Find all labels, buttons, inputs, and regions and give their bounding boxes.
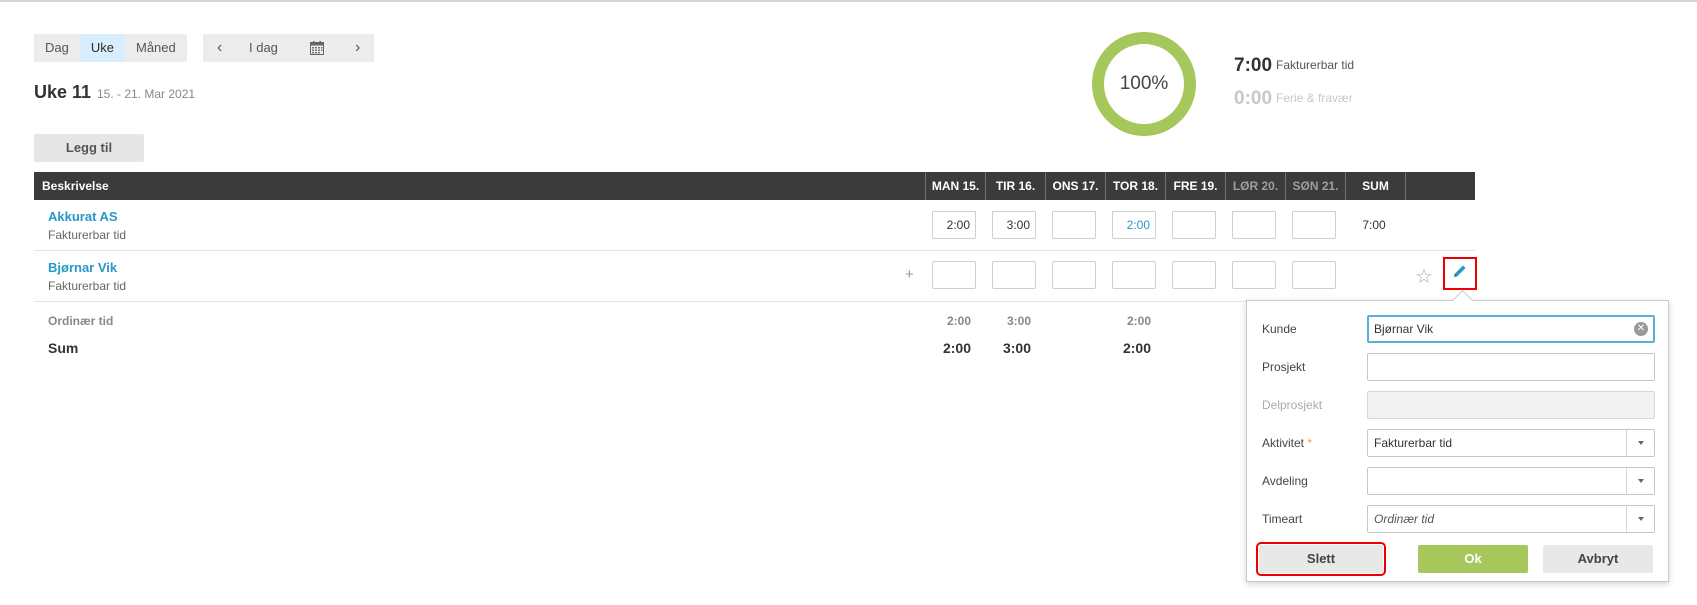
required-mark: * (1307, 436, 1313, 450)
subproject-label: Delprosjekt (1262, 398, 1323, 412)
hours-input-wed[interactable] (1052, 261, 1096, 289)
top-border (0, 0, 1697, 2)
absence-label: Ferie & fravær (1276, 91, 1353, 105)
prev-week-button[interactable]: ‹ (217, 34, 222, 62)
chevron-down-icon[interactable] (1626, 468, 1654, 494)
hour-type-select[interactable]: Ordinær tid (1367, 505, 1655, 533)
today-button[interactable]: I dag (249, 34, 278, 62)
progress-percent: 100% (1119, 73, 1169, 94)
row-divider (34, 250, 1475, 251)
header-day-thu: TOR 18. (1112, 179, 1159, 193)
customer-field[interactable]: Bjørnar Vik ✕ (1367, 315, 1655, 343)
hour-type-value: Ordinær tid (1374, 512, 1435, 526)
header-sum: SUM (1362, 179, 1389, 193)
hours-input-tue[interactable] (992, 261, 1036, 289)
hours-input-sun[interactable] (1292, 261, 1336, 289)
header-divider (1405, 172, 1406, 200)
view-switch: Dag Uke Måned (34, 34, 187, 62)
chevron-down-icon[interactable] (1626, 430, 1654, 456)
ordinary-time-label: Ordinær tid (48, 314, 114, 328)
sum-total-thu: 2:00 (1122, 340, 1151, 356)
hours-input-fri[interactable] (1172, 261, 1216, 289)
hour-type-label: Timeart (1262, 512, 1303, 526)
view-week-button[interactable]: Uke (79, 34, 125, 62)
table-header: Beskrivelse MAN 15. TIR 16. ONS 17. TOR … (34, 172, 1475, 200)
activity-label: Aktivitet * (1262, 436, 1312, 450)
ordinary-total-thu: 2:00 (1126, 314, 1151, 328)
week-range: 15. - 21. Mar 2021 (97, 87, 196, 101)
project-field[interactable] (1367, 353, 1655, 381)
hours-input-mon[interactable] (932, 261, 976, 289)
delete-button[interactable]: Slett (1256, 542, 1386, 576)
cancel-button[interactable]: Avbryt (1543, 545, 1653, 573)
header-day-sat: LØR 20. (1232, 179, 1279, 193)
customer-value: Bjørnar Vik (1374, 322, 1434, 336)
department-label: Avdeling (1262, 474, 1308, 488)
hours-input-sat[interactable] (1232, 211, 1276, 239)
hours-input-thu[interactable] (1112, 261, 1156, 289)
ordinary-total-tue: 3:00 (1006, 314, 1031, 328)
customer-label: Kunde (1262, 322, 1297, 336)
project-label: Prosjekt (1262, 360, 1306, 374)
sum-total-mon: 2:00 (942, 340, 971, 356)
row-customer-name[interactable]: Akkurat AS (48, 209, 118, 224)
hours-input-sat[interactable] (1232, 261, 1276, 289)
ok-button[interactable]: Ok (1418, 545, 1528, 573)
sum-total-tue: 3:00 (1002, 340, 1031, 356)
pencil-icon (1452, 263, 1468, 284)
add-entry-icon[interactable]: + (905, 266, 914, 283)
header-description: Beskrivelse (42, 179, 109, 193)
hours-input-wed[interactable] (1052, 211, 1096, 239)
edit-row-popup: Kunde Bjørnar Vik ✕ Prosjekt Delprosjekt… (1246, 300, 1669, 582)
header-day-wed: ONS 17. (1052, 179, 1099, 193)
favorite-star-icon[interactable]: ☆ (1415, 264, 1433, 289)
date-navigation: ‹ I dag › (203, 34, 374, 62)
header-day-fri: FRE 19. (1173, 179, 1218, 193)
next-week-button[interactable]: › (355, 34, 360, 62)
view-day-button[interactable]: Dag (34, 34, 80, 62)
subproject-field (1367, 391, 1655, 419)
billable-summary: 7:00 Fakturerbar tid (1234, 55, 1354, 77)
hours-input-mon[interactable]: 2:00 (932, 211, 976, 239)
clear-icon[interactable]: ✕ (1634, 322, 1648, 336)
billable-hours: 7:00 (1234, 55, 1273, 76)
activity-value: Fakturerbar tid (1374, 436, 1453, 450)
header-day-sun: SØN 21. (1292, 179, 1339, 193)
row-customer-name[interactable]: Bjørnar Vik (48, 260, 117, 275)
header-day-tue: TIR 16. (995, 179, 1036, 193)
header-day-mon: MAN 15. (931, 179, 980, 193)
activity-select[interactable]: Fakturerbar tid (1367, 429, 1655, 457)
calendar-icon[interactable] (310, 41, 324, 55)
ordinary-total-mon: 2:00 (946, 314, 971, 328)
hours-input-sun[interactable] (1292, 211, 1336, 239)
row-activity: Fakturerbar tid (48, 228, 127, 242)
hours-input-tue[interactable]: 3:00 (992, 211, 1036, 239)
week-title: Uke 11 (34, 82, 92, 102)
billable-label: Fakturerbar tid (1276, 58, 1355, 72)
row-sum: 7:00 (1362, 218, 1386, 232)
sum-label: Sum (48, 340, 79, 356)
hours-input-thu[interactable]: 2:00 (1112, 211, 1156, 239)
view-month-button[interactable]: Måned (125, 34, 187, 62)
activity-label-text: Aktivitet (1262, 436, 1305, 450)
add-row-button[interactable]: Legg til (34, 134, 144, 162)
absence-hours: 0:00 (1234, 88, 1273, 109)
chevron-down-icon[interactable] (1626, 506, 1654, 532)
edit-row-button[interactable] (1443, 257, 1477, 290)
row-activity: Fakturerbar tid (48, 279, 127, 293)
department-select[interactable] (1367, 467, 1655, 495)
hours-input-fri[interactable] (1172, 211, 1216, 239)
absence-summary: 0:00 Ferie & fravær (1234, 88, 1353, 110)
